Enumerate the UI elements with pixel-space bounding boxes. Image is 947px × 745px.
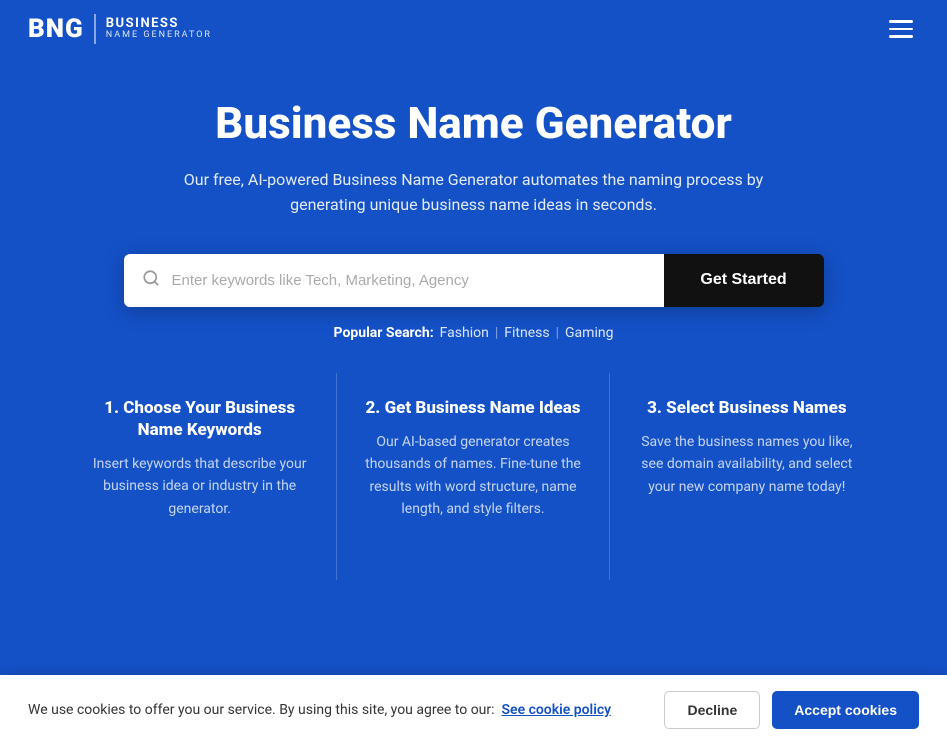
hero-section: Business Name Generator Our free, AI-pow… xyxy=(0,58,947,610)
step-2-description: Our AI-based generator creates thousands… xyxy=(365,431,581,521)
cookie-banner: We use cookies to offer you our service.… xyxy=(0,675,947,745)
logo-bng: BNG xyxy=(28,14,96,44)
step-3-description: Save the business names you like, see do… xyxy=(638,431,855,498)
popular-search-fashion[interactable]: Fashion xyxy=(440,325,489,341)
cookie-text: We use cookies to offer you our service.… xyxy=(28,702,644,718)
hamburger-line-1 xyxy=(889,20,913,23)
step-3-title: 3. Select Business Names xyxy=(638,397,855,419)
header: BNG BUSINESS NAME GENERATOR xyxy=(0,0,947,58)
accept-cookies-button[interactable]: Accept cookies xyxy=(772,691,919,729)
steps-section: 1. Choose Your Business Name Keywords In… xyxy=(44,373,904,581)
step-2-title: 2. Get Business Name Ideas xyxy=(365,397,581,419)
hamburger-menu[interactable] xyxy=(883,14,919,44)
search-bar: Get Started xyxy=(124,254,824,307)
search-input[interactable] xyxy=(172,254,646,307)
hamburger-line-3 xyxy=(889,35,913,38)
popular-search-label: Popular Search: xyxy=(334,325,434,341)
hamburger-line-2 xyxy=(889,28,913,31)
step-1: 1. Choose Your Business Name Keywords In… xyxy=(64,373,337,581)
separator-1: | xyxy=(495,325,498,341)
get-started-button[interactable]: Get Started xyxy=(664,254,824,307)
cookie-policy-link[interactable]: See cookie policy xyxy=(501,702,611,718)
step-1-title: 1. Choose Your Business Name Keywords xyxy=(92,397,308,441)
decline-button[interactable]: Decline xyxy=(664,691,760,729)
step-1-description: Insert keywords that describe your busin… xyxy=(92,453,308,520)
search-icon xyxy=(142,269,160,292)
logo-text-top: BUSINESS xyxy=(106,17,212,31)
popular-search-gaming[interactable]: Gaming xyxy=(565,325,613,341)
search-input-area xyxy=(124,254,664,307)
separator-2: | xyxy=(556,325,559,341)
logo[interactable]: BNG BUSINESS NAME GENERATOR xyxy=(28,14,212,44)
popular-search-fitness[interactable]: Fitness xyxy=(504,325,549,341)
hero-subtitle: Our free, AI-powered Business Name Gener… xyxy=(154,167,794,218)
popular-search: Popular Search: Fashion | Fitness | Gami… xyxy=(20,325,927,341)
cookie-buttons: Decline Accept cookies xyxy=(664,691,919,729)
step-3: 3. Select Business Names Save the busine… xyxy=(610,373,883,581)
logo-text-bottom: NAME GENERATOR xyxy=(106,31,212,41)
step-2: 2. Get Business Name Ideas Our AI-based … xyxy=(337,373,610,581)
hero-title: Business Name Generator xyxy=(20,98,927,149)
